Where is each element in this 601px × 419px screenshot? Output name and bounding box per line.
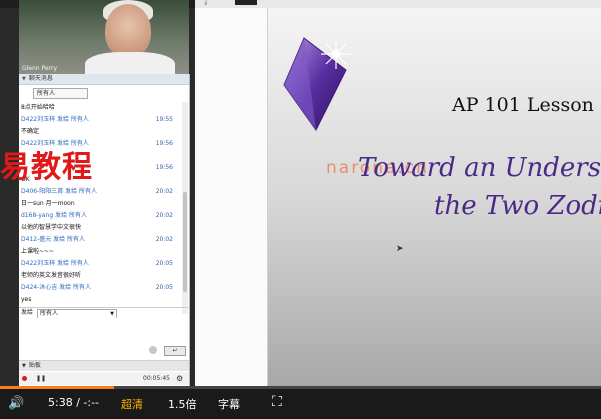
chevron-down-icon: ▼ xyxy=(110,311,114,317)
slide-subtitle-line-1: Toward an Underst xyxy=(358,153,601,183)
slide-toolbar: ⇓ xyxy=(195,0,601,8)
chat-message-sender: D406-阳阳三首 发给 所有人 20:02 xyxy=(21,186,179,197)
chat-message-content: 日一sun 月一moon xyxy=(21,200,75,207)
chat-message-content: d168-yang 发给 所有人 xyxy=(21,212,87,219)
chat-message-content: 老师的英文发音很好听 xyxy=(21,272,82,279)
notes-header-label: 贴板 xyxy=(28,362,41,369)
progress-bar[interactable] xyxy=(0,386,601,389)
slide-title: AP 101 Lesson xyxy=(452,94,594,116)
captions-button[interactable]: 字幕 xyxy=(218,396,240,412)
chat-message-time: 19:56 xyxy=(155,140,173,147)
chat-scrollbar[interactable] xyxy=(182,102,188,314)
presenter-shirt xyxy=(85,52,175,74)
chat-message-content: 以他的智慧学中文很快 xyxy=(21,224,82,231)
chat-message-content: D424-沐心吉 发给 所有人 xyxy=(21,284,92,291)
chat-message-time: 20:05 xyxy=(155,284,173,291)
chat-message-time: 20:02 xyxy=(155,188,173,195)
fullscreen-icon[interactable]: ⛶ xyxy=(272,394,282,410)
presentation-slide: AP 101 Lesson narona.cn Toward an Unders… xyxy=(268,8,601,386)
chat-message-content: D412-盛元 发给 所有人 xyxy=(21,236,86,243)
slide-subtitle-line-2: the Two Zodi xyxy=(434,191,601,221)
send-row: 发给 所有人 ▼ xyxy=(19,307,189,319)
chat-filter-select[interactable]: 所有人 xyxy=(33,88,88,99)
quality-button[interactable]: 超清 xyxy=(121,396,143,412)
mouse-cursor-icon: ➤ xyxy=(396,244,404,254)
chat-header-label: 聊天消息 xyxy=(28,75,53,82)
chat-message-content: 上课啦~~~ xyxy=(21,248,55,255)
presenter-name: Glenn Perry xyxy=(22,65,57,72)
chat-message-content: D422刘玉梓 发给 所有人 xyxy=(21,260,89,267)
record-icon[interactable] xyxy=(22,376,27,381)
presenter-face xyxy=(105,4,151,58)
chat-message-text: 不确定 xyxy=(21,126,179,137)
chat-message-text: 上课啦~~~ xyxy=(21,246,179,257)
webcam-video: Glenn Perry xyxy=(19,0,189,74)
chat-message-sender: D422刘玉梓 发给 所有人 19:55 xyxy=(21,114,179,125)
chat-message-sender: D422刘玉梓 发给 所有人 20:05 xyxy=(21,258,179,269)
slide-side-panel xyxy=(195,8,268,386)
diamond-logo-icon xyxy=(283,37,351,131)
emoji-icon[interactable] xyxy=(149,346,157,354)
chat-message-sender: d168-yang 发给 所有人 20:02 xyxy=(21,210,179,221)
send-button[interactable]: ↵ xyxy=(164,346,186,356)
toolbar-box xyxy=(235,0,257,5)
chat-message-text: 日一sun 月一moon xyxy=(21,198,179,209)
download-icon[interactable]: ⇓ xyxy=(203,0,208,7)
chat-message-content: D406-阳阳三首 发给 所有人 xyxy=(21,188,98,195)
chat-message-content: D422刘玉梓 发给 所有人 xyxy=(21,116,89,123)
video-player-bar: 🔊 5:38 / -:-- 超清 1.5倍 字幕 ⛶ xyxy=(0,386,601,419)
progress-fill xyxy=(0,386,115,389)
chat-message-text: yes xyxy=(21,294,179,305)
recording-bar: ❚❚ 00:05:45 ⚙ xyxy=(19,372,189,385)
chat-message-time: 19:55 xyxy=(155,116,173,123)
chat-message-content: yes xyxy=(21,296,32,303)
pause-icon[interactable]: ❚❚ xyxy=(36,372,46,385)
notes-header[interactable]: ▼ 贴板 xyxy=(19,360,189,371)
chat-message-text: 以他的智慧学中文很快 xyxy=(21,222,179,233)
speed-button[interactable]: 1.5倍 xyxy=(168,396,197,412)
chat-message-time: 20:02 xyxy=(155,236,173,243)
chat-message-content: 8点开始哈哈 xyxy=(21,104,55,111)
collapse-arrow-icon: ▼ xyxy=(22,76,26,82)
chat-message-time: 19:56 xyxy=(155,164,173,171)
chat-message-text: 8点开始哈哈 xyxy=(21,102,179,113)
chat-header[interactable]: ▼ 聊天消息 xyxy=(19,74,189,85)
chat-message-text: 老师的英文发音很好听 xyxy=(21,270,179,281)
scrollbar-thumb[interactable] xyxy=(183,192,187,292)
gear-icon[interactable]: ⚙ xyxy=(176,372,183,385)
chat-message-time: 20:02 xyxy=(155,212,173,219)
volume-icon[interactable]: 🔊 xyxy=(8,396,24,411)
playback-time: 5:38 / -:-- xyxy=(48,396,100,409)
send-target-value: 所有人 xyxy=(40,310,59,317)
chat-message-list: 8点开始哈哈 D422刘玉梓 发给 所有人 19:55 不确定 D422刘玉梓 发给 所… xyxy=(19,102,181,314)
collapse-arrow-icon: ▼ xyxy=(22,363,26,369)
send-to-label: 发给 xyxy=(21,309,34,316)
chat-message-time: 20:05 xyxy=(155,260,173,267)
recording-time: 00:05:45 xyxy=(143,375,170,382)
watermark-left: 易教程 xyxy=(0,150,93,185)
chat-panel: ▼ 聊天消息 所有人 8点开始哈哈 D422刘玉梓 发给 所有人 19:55 不确定 D4… xyxy=(19,74,190,386)
chat-message-sender: D424-沐心吉 发给 所有人 20:05 xyxy=(21,282,179,293)
chat-message-content: 不确定 xyxy=(21,128,40,135)
chat-message-sender: D412-盛元 发给 所有人 20:02 xyxy=(21,234,179,245)
